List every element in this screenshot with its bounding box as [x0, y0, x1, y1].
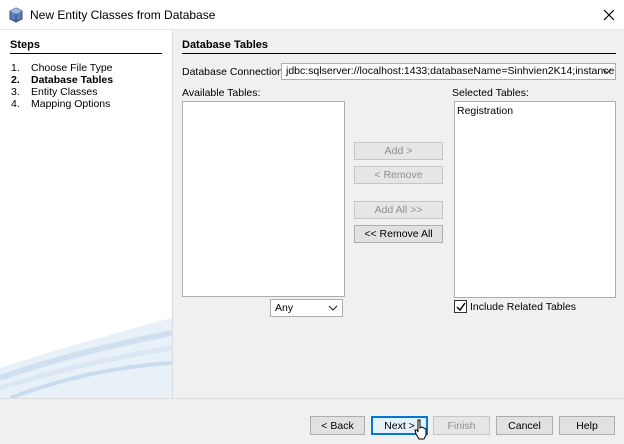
chevron-down-icon	[602, 68, 612, 74]
step-item-active: 2. Database Tables	[11, 74, 113, 86]
connection-label: Database Connection:	[182, 66, 286, 78]
step-number: 1.	[11, 62, 20, 74]
include-related-label: Include Related Tables	[470, 300, 577, 313]
window-title: New Entity Classes from Database	[30, 8, 216, 22]
checkmark-icon	[456, 302, 466, 311]
page-title: Database Tables	[182, 39, 616, 54]
list-item[interactable]: Registration	[457, 105, 613, 118]
steps-list: 1. Choose File Type 2. Database Tables 3. E…	[11, 62, 113, 110]
decorative-swoosh	[0, 318, 172, 398]
close-button[interactable]	[594, 0, 624, 30]
available-tables-label: Available Tables:	[182, 87, 261, 99]
help-button[interactable]: Help	[559, 416, 615, 435]
step-item: 4. Mapping Options	[11, 98, 113, 110]
close-icon	[603, 9, 615, 21]
step-label: Database Tables	[31, 74, 114, 86]
checkbox-box[interactable]	[454, 300, 467, 313]
steps-heading: Steps	[10, 39, 162, 54]
step-label: Entity Classes	[31, 86, 98, 98]
steps-panel: Steps 1. Choose File Type 2. Database Tabl…	[0, 30, 172, 398]
title-bar: New Entity Classes from Database	[0, 0, 624, 30]
connection-value: jdbc:sqlserver://localhost:1433;database…	[286, 65, 616, 77]
footer-button-bar: < Back Next > Finish Cancel Help	[0, 398, 624, 444]
selected-tables-list[interactable]: Registration	[454, 101, 616, 298]
back-button[interactable]: < Back	[310, 416, 365, 435]
table-filter-select[interactable]: Any	[270, 299, 343, 317]
step-item: 1. Choose File Type	[11, 62, 113, 74]
next-button[interactable]: Next >	[371, 416, 428, 435]
connection-select[interactable]: jdbc:sqlserver://localhost:1433;database…	[281, 63, 616, 80]
app-icon	[9, 7, 23, 23]
add-button[interactable]: Add >	[354, 142, 443, 160]
remove-button[interactable]: < Remove	[354, 166, 443, 184]
chevron-down-icon	[328, 305, 338, 311]
step-item: 3. Entity Classes	[11, 86, 113, 98]
step-label: Mapping Options	[31, 98, 111, 110]
step-number: 4.	[11, 98, 20, 110]
selected-tables-label: Selected Tables:	[452, 87, 529, 99]
available-tables-list[interactable]	[182, 101, 345, 297]
step-label: Choose File Type	[31, 62, 113, 74]
remove-all-button[interactable]: << Remove All	[354, 225, 443, 243]
add-all-button[interactable]: Add All >>	[354, 201, 443, 219]
main-content: Database Tables Database Connection: jdb…	[172, 30, 624, 398]
step-number: 2.	[11, 74, 20, 86]
include-related-checkbox[interactable]: Include Related Tables	[454, 300, 576, 313]
step-number: 3.	[11, 86, 20, 98]
table-filter-value: Any	[275, 302, 294, 314]
cancel-button[interactable]: Cancel	[496, 416, 553, 435]
finish-button[interactable]: Finish	[433, 416, 490, 435]
